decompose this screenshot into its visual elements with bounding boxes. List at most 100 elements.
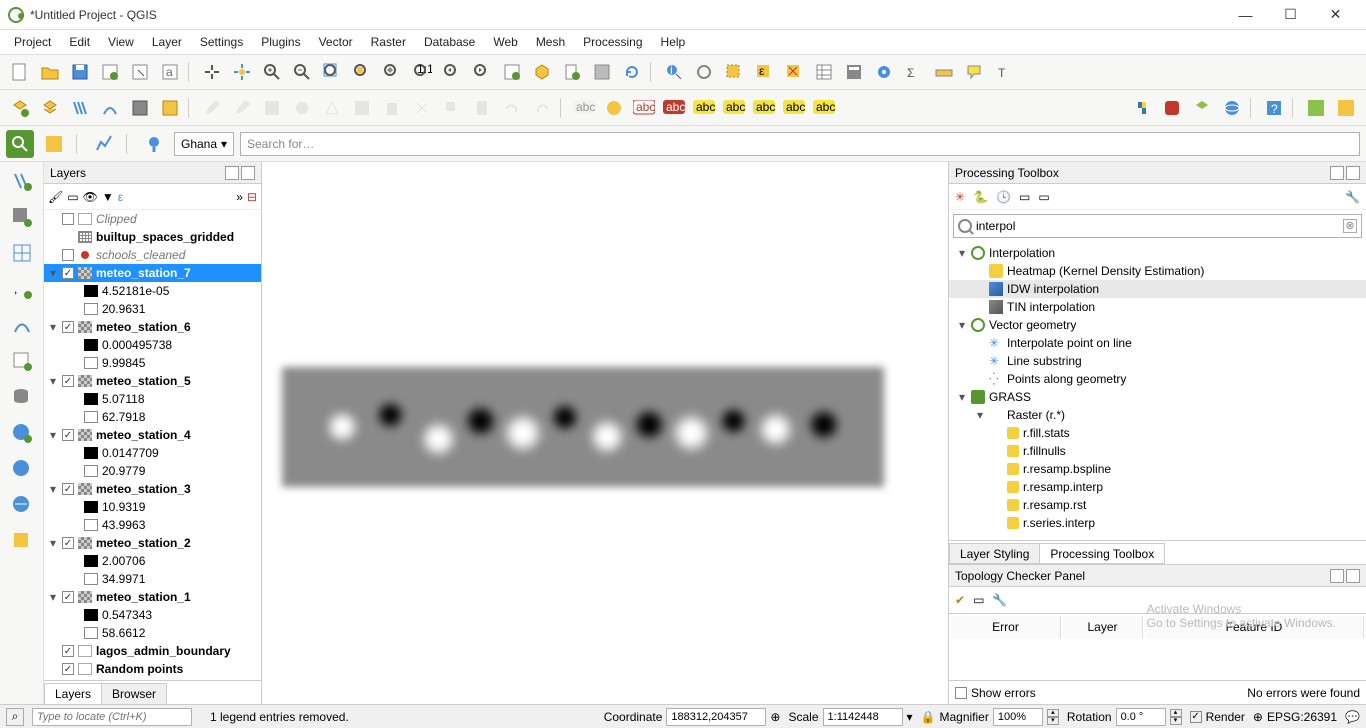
layer-filter-icon[interactable]: ▼ [102, 190, 114, 204]
toolbox-icon[interactable] [870, 58, 898, 86]
add-virtual-icon[interactable] [7, 346, 37, 376]
panel-float-icon[interactable] [1330, 569, 1344, 583]
validate-all-icon[interactable]: ✔ [955, 593, 965, 607]
deselect-icon[interactable] [780, 58, 808, 86]
temporal-icon[interactable] [588, 58, 616, 86]
zoom-out-icon[interactable] [288, 58, 316, 86]
col-feature-id[interactable]: Feature ID [1145, 616, 1364, 638]
menu-view[interactable]: View [100, 33, 142, 51]
clear-search-icon[interactable]: ⊗ [1343, 219, 1357, 233]
rot-up-icon[interactable]: ▴ [1170, 709, 1182, 717]
cut-icon[interactable] [408, 94, 436, 122]
model-icon[interactable]: ✳ [955, 190, 965, 204]
map-canvas[interactable] [262, 162, 948, 704]
label-yellow3-icon[interactable]: abc [750, 94, 778, 122]
tab-processing-toolbox[interactable]: Processing Toolbox [1039, 543, 1165, 564]
new-3d-view-icon[interactable] [528, 58, 556, 86]
copy-icon[interactable] [438, 94, 466, 122]
layer-row[interactable]: ✓Random points [44, 660, 261, 678]
processing-item[interactable]: r.resamp.bspline [949, 460, 1366, 478]
action-icon[interactable] [690, 58, 718, 86]
validate-extent-icon[interactable]: ▭ [973, 593, 984, 607]
modify-attrs-icon[interactable] [348, 94, 376, 122]
processing-item[interactable]: r.series.interp [949, 514, 1366, 532]
results-icon[interactable]: ▭ [1019, 190, 1030, 204]
zoom-native-icon[interactable]: 1:1 [408, 58, 436, 86]
redo-icon[interactable] [528, 94, 556, 122]
menu-project[interactable]: Project [6, 33, 59, 51]
coord-toggle-icon[interactable]: ⊕ [770, 710, 780, 724]
processing-tree[interactable]: ▾InterpolationHeatmap (Kernel Density Es… [949, 242, 1366, 540]
zoom-selection-icon[interactable] [348, 58, 376, 86]
layout-manager-icon[interactable] [126, 58, 154, 86]
map-tips-icon[interactable] [960, 58, 988, 86]
processing-item[interactable]: r.resamp.rst [949, 496, 1366, 514]
open-project-icon[interactable] [36, 58, 64, 86]
add-mesh-icon[interactable] [7, 238, 37, 268]
zoom-layer-icon[interactable] [378, 58, 406, 86]
add-delimited-icon[interactable]: , [7, 274, 37, 304]
coord-input[interactable] [666, 708, 766, 726]
new-geopackage-icon[interactable] [36, 94, 64, 122]
processing-item[interactable]: IDW interpolation [949, 280, 1366, 298]
messages-icon[interactable]: 💬 [1345, 710, 1360, 724]
delete-selected-icon[interactable] [378, 94, 406, 122]
menu-vector[interactable]: Vector [311, 33, 361, 51]
panel-close-icon[interactable] [1346, 166, 1360, 180]
add-xyz-icon[interactable] [7, 526, 37, 556]
layer-row[interactable]: ▾✓meteo_station_5 [44, 372, 261, 390]
processing-item[interactable]: ▾GRASS [949, 388, 1366, 406]
refresh-icon[interactable] [618, 58, 646, 86]
crs-label[interactable]: EPSG:26391 [1267, 710, 1337, 724]
menu-mesh[interactable]: Mesh [528, 33, 573, 51]
layer-collapse-icon[interactable]: » [236, 190, 243, 204]
menu-settings[interactable]: Settings [192, 33, 251, 51]
menu-plugins[interactable]: Plugins [253, 33, 308, 51]
grass-tools-icon[interactable] [1158, 94, 1186, 122]
undo-icon[interactable] [498, 94, 526, 122]
new-project-icon[interactable] [6, 58, 34, 86]
layer-row[interactable]: builtup_spaces_gridded [44, 228, 261, 246]
layer-row[interactable]: Clipped [44, 210, 261, 228]
menu-raster[interactable]: Raster [363, 33, 414, 51]
locate-input[interactable] [32, 708, 192, 726]
osm-icon[interactable] [1332, 94, 1360, 122]
layer-add-group-icon[interactable]: ▭ [67, 190, 78, 204]
select-icon[interactable] [720, 58, 748, 86]
processing-search[interactable]: interpol ⊗ [953, 214, 1362, 238]
diagram-icon[interactable] [600, 94, 628, 122]
layer-row[interactable]: ▾✓meteo_station_2 [44, 534, 261, 552]
processing-item[interactable]: TIN interpolation [949, 298, 1366, 316]
tab-browser[interactable]: Browser [101, 683, 167, 704]
show-errors-checkbox[interactable]: Show errors [955, 686, 1036, 700]
processing-item[interactable]: r.resamp.interp [949, 478, 1366, 496]
layer-row[interactable]: ▾✓meteo_station_1 [44, 588, 261, 606]
add-vector-icon[interactable] [7, 166, 37, 196]
rot-down-icon[interactable]: ▾ [1170, 717, 1182, 725]
zoom-in-icon[interactable] [258, 58, 286, 86]
attribute-table-icon[interactable] [810, 58, 838, 86]
new-scratch-icon[interactable] [66, 94, 94, 122]
paste-icon[interactable] [468, 94, 496, 122]
scale-dropdown-icon[interactable]: ▾ [907, 710, 913, 724]
rotation-input[interactable] [1116, 708, 1166, 726]
layer-row[interactable]: ▾✓meteo_station_4 [44, 426, 261, 444]
label-red-icon[interactable]: abc [630, 94, 658, 122]
tab-layers[interactable]: Layers [44, 683, 102, 704]
minimize-button[interactable]: — [1223, 1, 1268, 29]
layer-row[interactable]: schools_cleaned [44, 246, 261, 264]
layer-tree[interactable]: Clippedbuiltup_spaces_griddedschools_cle… [44, 210, 261, 680]
processing-item[interactable]: ✳Line substring [949, 352, 1366, 370]
vertex-tool-icon[interactable] [318, 94, 346, 122]
scale-input[interactable] [823, 708, 903, 726]
add-wcs-icon[interactable] [7, 454, 37, 484]
new-mesh-icon[interactable] [126, 94, 154, 122]
panel-close-icon[interactable] [241, 166, 255, 180]
search-input[interactable]: Search for… [240, 132, 1360, 156]
tab-layer-styling[interactable]: Layer Styling [949, 543, 1040, 564]
options-icon[interactable]: 🔧 [1345, 190, 1360, 204]
new-vector-icon[interactable] [6, 94, 34, 122]
label-del-icon[interactable]: abc [660, 94, 688, 122]
menu-web[interactable]: Web [485, 33, 525, 51]
new-map-view-icon[interactable] [498, 58, 526, 86]
